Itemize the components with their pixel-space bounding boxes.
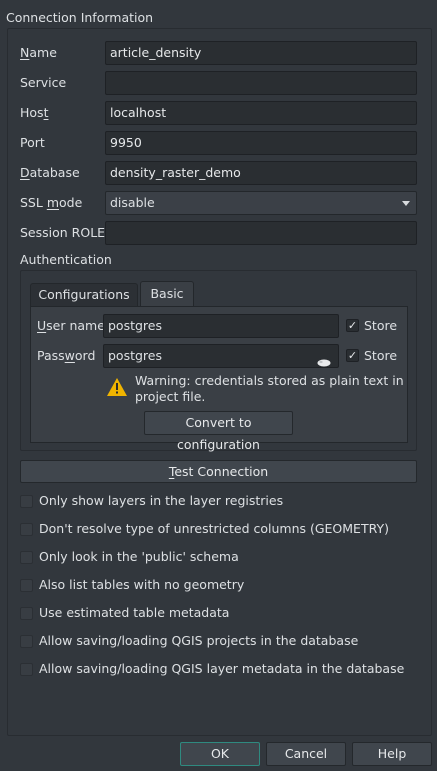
option-label: Allow saving/loading QGIS projects in th… xyxy=(39,633,359,648)
help-button[interactable]: Help xyxy=(352,742,432,766)
store-username-checkbox[interactable]: ✓ xyxy=(346,319,359,332)
option-label: Only show layers in the layer registries xyxy=(39,493,284,508)
name-label: Name xyxy=(20,45,57,60)
connection-info-title: Connection Information xyxy=(6,10,154,25)
port-field[interactable]: 9950 xyxy=(105,131,417,155)
port-label: Port xyxy=(20,135,45,150)
option-checkbox[interactable] xyxy=(20,551,33,564)
option-checkbox[interactable] xyxy=(20,523,33,536)
option-label: Only look in the 'public' schema xyxy=(39,549,239,564)
warning-text-line2: project file. xyxy=(135,389,206,404)
option-label: Don't resolve type of unrestricted colum… xyxy=(39,521,389,536)
authentication-title: Authentication xyxy=(20,252,112,267)
ssl-mode-value: disable xyxy=(110,195,155,210)
test-connection-button[interactable]: Test Connection xyxy=(20,460,417,483)
option-label: Allow saving/loading QGIS layer metadata… xyxy=(39,661,405,676)
option-checkbox[interactable] xyxy=(20,607,33,620)
password-label: Password xyxy=(37,348,96,363)
username-field[interactable]: postgres xyxy=(103,314,339,338)
cancel-button[interactable]: Cancel xyxy=(266,742,346,766)
password-value: postgres xyxy=(108,348,162,363)
database-field[interactable]: density_raster_demo xyxy=(105,161,417,185)
tab-configurations[interactable]: Configurations xyxy=(30,283,138,307)
ok-button[interactable]: OK xyxy=(180,742,260,766)
database-label: Database xyxy=(20,165,80,180)
session-role-label: Session ROLE xyxy=(20,225,106,240)
warning-text-line1: Warning: credentials stored as plain tex… xyxy=(135,373,404,388)
ssl-mode-label: SSL mode xyxy=(20,195,83,210)
store-password-label: Store xyxy=(364,348,398,363)
chevron-down-icon xyxy=(402,201,410,206)
host-field[interactable]: localhost xyxy=(105,101,417,125)
option-checkbox[interactable] xyxy=(20,495,33,508)
option-label: Use estimated table metadata xyxy=(39,605,230,620)
store-username-label: Store xyxy=(364,318,398,333)
username-label: User name xyxy=(37,318,105,333)
service-field[interactable] xyxy=(105,71,417,95)
host-label: Host xyxy=(20,105,49,120)
ssl-mode-select[interactable]: disable xyxy=(105,191,417,215)
option-label: Also list tables with no geometry xyxy=(39,577,245,592)
eye-icon[interactable] xyxy=(317,352,331,374)
session-role-field[interactable] xyxy=(105,221,417,245)
name-field[interactable]: article_density xyxy=(105,41,417,65)
option-checkbox[interactable] xyxy=(20,663,33,676)
option-checkbox[interactable] xyxy=(20,579,33,592)
warning-icon xyxy=(106,377,128,400)
password-field[interactable]: postgres xyxy=(103,344,339,368)
tab-basic[interactable]: Basic xyxy=(140,281,194,307)
option-checkbox[interactable] xyxy=(20,635,33,648)
store-password-checkbox[interactable]: ✓ xyxy=(346,349,359,362)
convert-to-configuration-button[interactable]: Convert to configuration xyxy=(144,411,293,452)
service-label: Service xyxy=(20,75,67,90)
